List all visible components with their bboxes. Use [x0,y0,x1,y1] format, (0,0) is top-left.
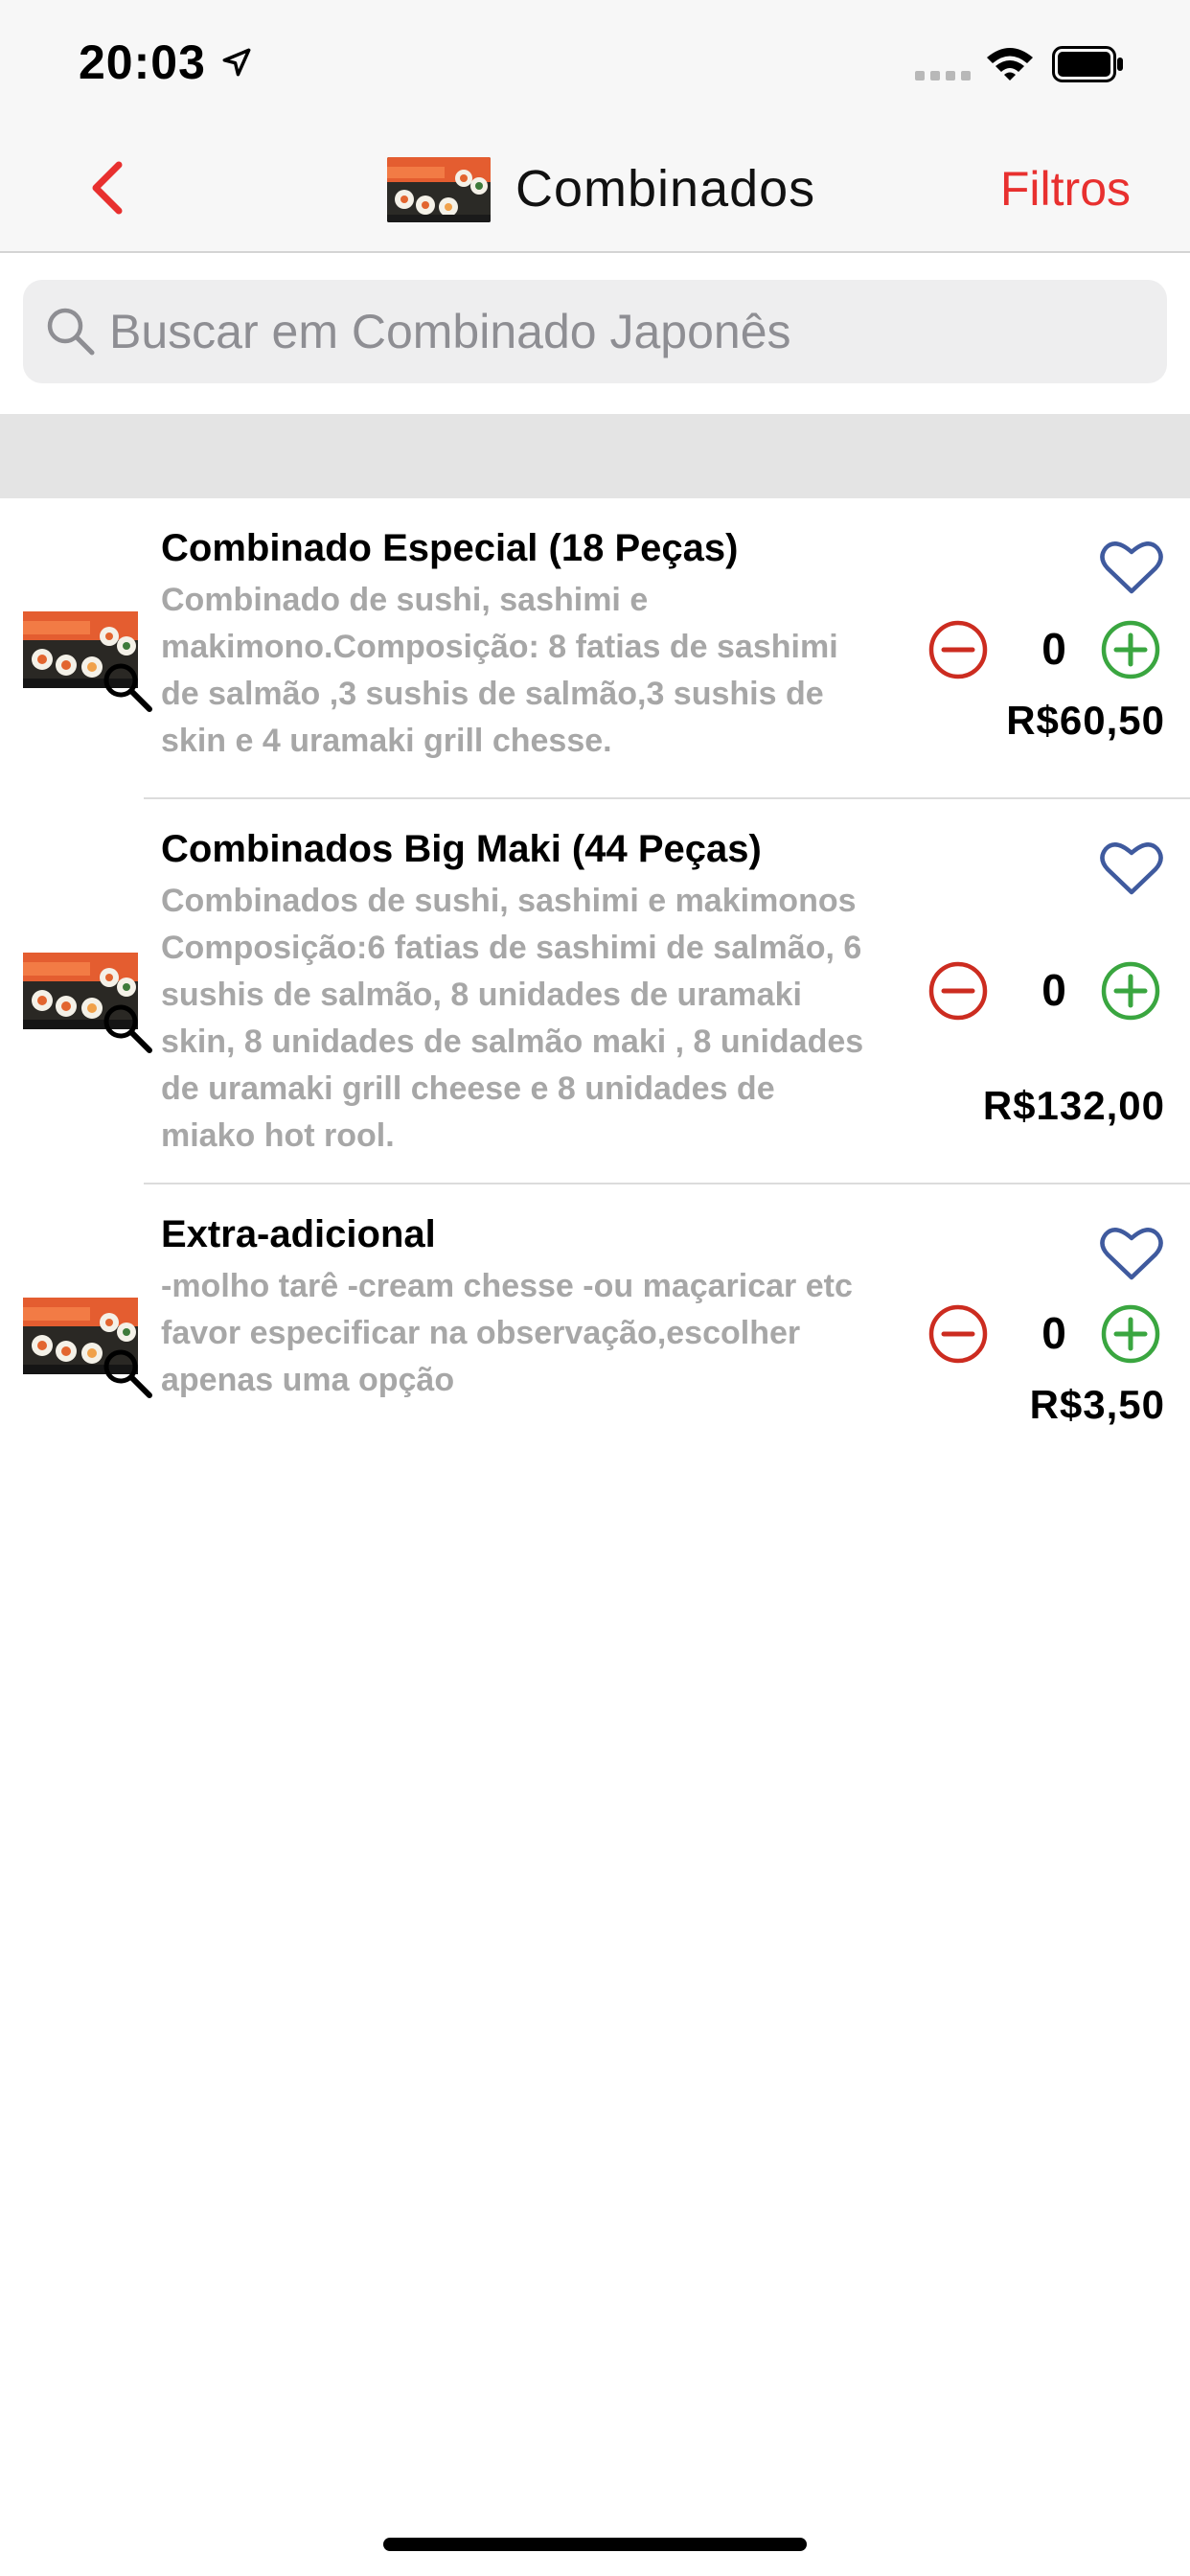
decrease-quantity-button[interactable] [927,1303,989,1365]
zoom-icon[interactable] [100,1000,155,1056]
category-thumbnail [387,157,491,222]
heart-icon[interactable] [1100,840,1163,897]
search-section [0,255,1190,414]
search-icon [47,308,95,356]
item-description: Combinado de sushi, sashimi e makimono.C… [161,582,838,759]
item-name: Extra-adicional [161,1213,436,1255]
search-input[interactable] [109,280,1125,383]
increase-quantity-button[interactable] [1100,960,1161,1022]
item-thumbnail[interactable] [23,611,157,717]
search-field[interactable] [23,280,1167,383]
item-price: R$132,00 [982,1083,1165,1128]
item-price: R$60,50 [1006,698,1165,743]
zoom-icon[interactable] [100,1346,155,1401]
decrease-quantity-button[interactable] [927,619,989,680]
cellular-signal-icon [915,71,971,80]
item-price: R$3,50 [1029,1382,1165,1427]
item-description: -molho tarê -cream chesse -ou maçaricar … [161,1268,853,1398]
navigation-bar: Combinados Filtros [0,126,1190,253]
home-indicator[interactable] [383,2538,807,2551]
zoom-icon[interactable] [100,659,155,715]
heart-icon[interactable] [1100,539,1163,596]
status-bar: 20:03 [0,0,1190,126]
item-description: Combinados de sushi, sashimi e makimonos… [161,883,864,1154]
list-item[interactable]: Extra-adicional -molho tarê -cream chess… [0,1184,1190,1453]
filters-button[interactable]: Filtros [1000,161,1131,217]
decrease-quantity-button[interactable] [927,960,989,1022]
wifi-icon [987,48,1033,80]
list-item[interactable]: Combinado Especial (18 Peças) Combinado … [0,498,1190,799]
list-item[interactable]: Combinados Big Maki (44 Peças) Combinado… [0,799,1190,1184]
chevron-left-icon[interactable] [84,159,134,217]
item-quantity: 0 [1041,1308,1066,1358]
location-arrow-icon [222,48,251,77]
item-name: Combinados Big Maki (44 Peças) [161,828,762,870]
item-name: Combinado Especial (18 Peças) [161,527,739,569]
battery-icon [1052,46,1123,82]
section-header [0,414,1190,498]
item-thumbnail[interactable] [23,1298,157,1403]
increase-quantity-button[interactable] [1100,1303,1161,1365]
increase-quantity-button[interactable] [1100,619,1161,680]
heart-icon[interactable] [1100,1225,1163,1282]
status-time: 20:03 [79,35,206,89]
item-quantity: 0 [1041,965,1066,1015]
item-thumbnail[interactable] [23,953,157,1058]
item-quantity: 0 [1041,624,1066,674]
page-title: Combinados [515,160,816,218]
